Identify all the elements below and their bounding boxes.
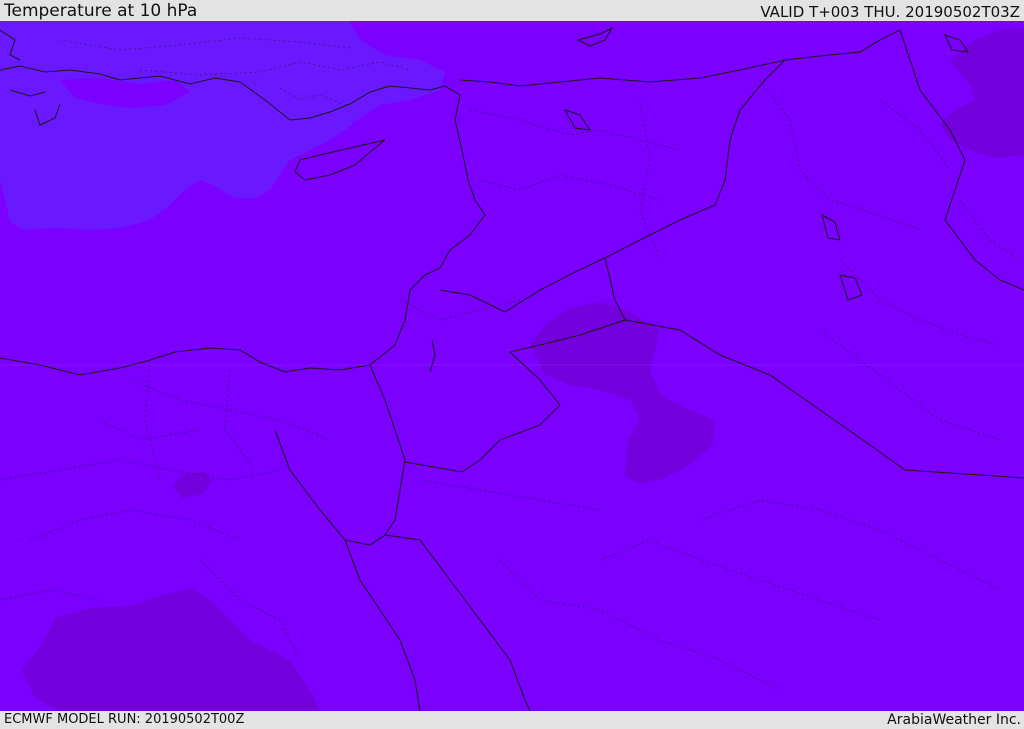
map-title: Temperature at 10 hPa [4,1,198,21]
footer-bar: ECMWF MODEL RUN: 20190502T00Z ArabiaWeat… [0,711,1024,729]
map-canvas[interactable] [0,21,1024,711]
model-run-label: ECMWF MODEL RUN: 20190502T00Z [4,712,245,727]
credit-label: ArabiaWeather Inc. [887,712,1021,728]
valid-time: VALID T+003 THU. 20190502T03Z [760,3,1020,21]
weather-map[interactable] [0,21,1024,711]
header-bar: Temperature at 10 hPa VALID T+003 THU. 2… [0,0,1024,21]
